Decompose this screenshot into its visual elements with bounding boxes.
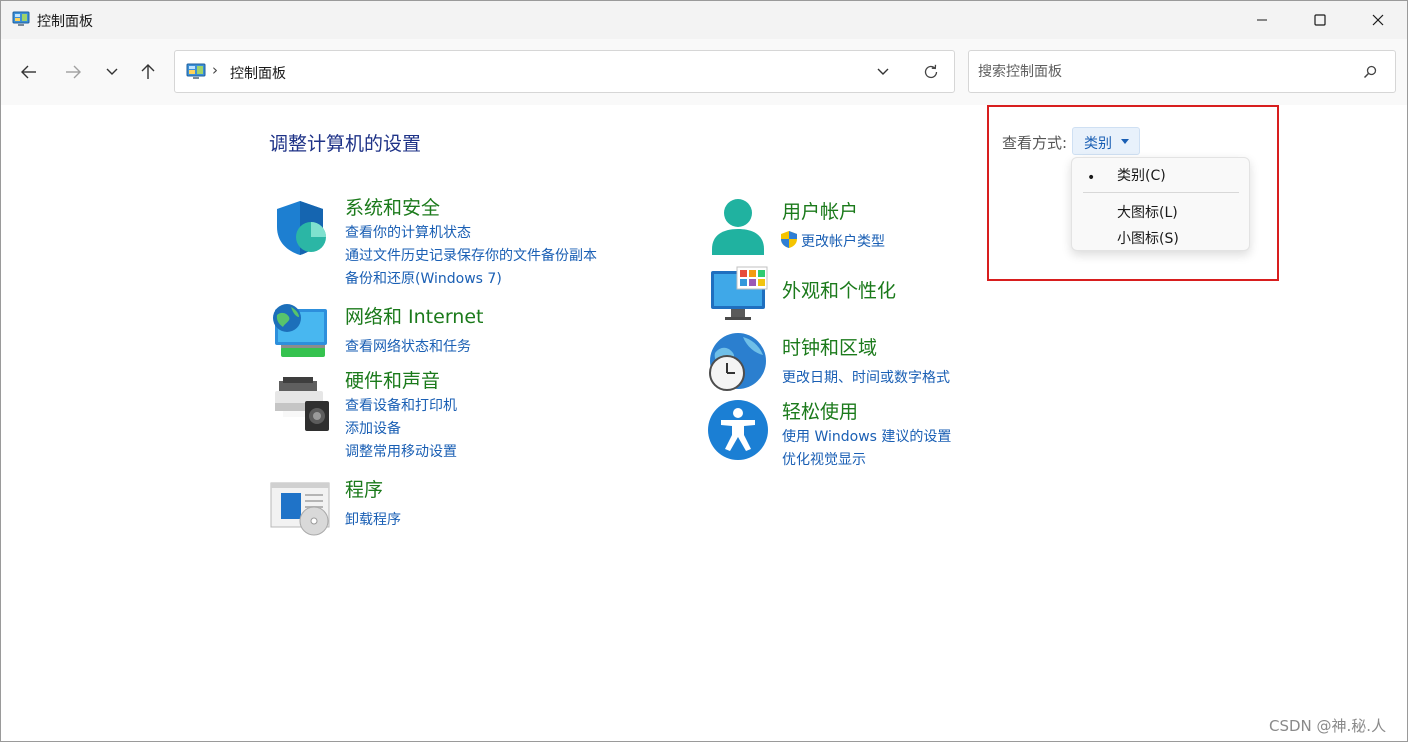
arrow-right-icon xyxy=(66,65,81,79)
title-bar: 控制面板 xyxy=(1,1,1407,39)
link-windows-suggested-settings[interactable]: 使用 Windows 建议的设置 xyxy=(782,426,951,446)
refresh-icon xyxy=(924,64,938,79)
link-backup-restore[interactable]: 备份和还原(Windows 7) xyxy=(345,268,502,288)
category-user-accounts[interactable]: 用户帐户 xyxy=(782,197,858,224)
up-button[interactable] xyxy=(133,57,163,87)
maximize-icon xyxy=(1314,14,1326,26)
address-bar[interactable]: › 控制面板 xyxy=(174,50,955,93)
chevron-down-icon xyxy=(106,68,118,75)
window-title: 控制面板 xyxy=(37,14,93,30)
link-change-account-type[interactable]: 更改帐户类型 xyxy=(801,231,885,251)
link-devices-printers[interactable]: 查看设备和打印机 xyxy=(345,395,457,415)
navigation-bar: › 控制面板 xyxy=(1,39,1407,105)
user-icon[interactable] xyxy=(707,197,769,259)
network-globe-icon[interactable] xyxy=(269,301,331,363)
breadcrumb-control-panel[interactable]: 控制面板 xyxy=(230,63,286,83)
minimize-icon xyxy=(1257,19,1267,21)
page-title: 调整计算机的设置 xyxy=(269,133,422,155)
control-panel-icon xyxy=(186,63,206,79)
uac-shield-icon xyxy=(781,231,797,248)
minimize-button[interactable] xyxy=(1233,1,1291,39)
category-appearance-personalization[interactable]: 外观和个性化 xyxy=(782,276,896,303)
forward-button[interactable] xyxy=(58,57,88,87)
link-optimize-visual-display[interactable]: 优化视觉显示 xyxy=(782,449,866,469)
control-panel-window: 控制面板 › 控制面板 搜索控制面板 调整计算机的设置 系统和安全 查看你的计算… xyxy=(0,0,1408,742)
link-check-computer-status[interactable]: 查看你的计算机状态 xyxy=(345,222,471,242)
refresh-button[interactable] xyxy=(917,60,945,84)
category-network-internet[interactable]: 网络和 Internet xyxy=(345,302,483,329)
link-network-status[interactable]: 查看网络状态和任务 xyxy=(345,336,471,356)
monitor-palette-icon[interactable] xyxy=(707,265,769,327)
breadcrumb-separator: › xyxy=(212,61,218,79)
category-ease-of-access[interactable]: 轻松使用 xyxy=(782,397,858,424)
link-file-history-backup[interactable]: 通过文件历史记录保存你的文件备份副本 xyxy=(345,245,597,265)
search-box[interactable] xyxy=(968,50,1396,93)
address-history-dropdown[interactable] xyxy=(869,61,897,83)
chevron-down-icon xyxy=(877,68,889,75)
control-panel-app-icon xyxy=(12,11,30,26)
red-highlight-annotation xyxy=(987,105,1279,281)
programs-disc-icon[interactable] xyxy=(269,479,331,541)
watermark: CSDN @神.秘.人 xyxy=(1269,717,1387,735)
category-programs[interactable]: 程序 xyxy=(345,475,383,502)
printer-speaker-icon[interactable] xyxy=(269,371,331,433)
category-clock-region[interactable]: 时钟和区域 xyxy=(782,333,877,360)
category-hardware-sound[interactable]: 硬件和声音 xyxy=(345,366,440,393)
link-uninstall-program[interactable]: 卸载程序 xyxy=(345,509,401,529)
arrow-left-icon xyxy=(21,65,36,79)
link-add-device[interactable]: 添加设备 xyxy=(345,418,401,438)
link-mobility-settings[interactable]: 调整常用移动设置 xyxy=(345,441,457,461)
link-change-date-time-format[interactable]: 更改日期、时间或数字格式 xyxy=(782,367,950,387)
recent-locations-button[interactable] xyxy=(97,57,127,87)
globe-clock-icon[interactable] xyxy=(707,331,769,393)
arrow-up-icon xyxy=(141,64,155,79)
shield-icon[interactable] xyxy=(269,197,331,259)
close-icon xyxy=(1372,14,1384,26)
maximize-button[interactable] xyxy=(1291,1,1349,39)
accessibility-icon[interactable] xyxy=(707,399,769,461)
category-system-security[interactable]: 系统和安全 xyxy=(345,193,440,220)
back-button[interactable] xyxy=(14,57,44,87)
close-button[interactable] xyxy=(1349,1,1407,39)
search-input[interactable] xyxy=(978,62,1338,82)
search-icon[interactable] xyxy=(1361,63,1379,81)
